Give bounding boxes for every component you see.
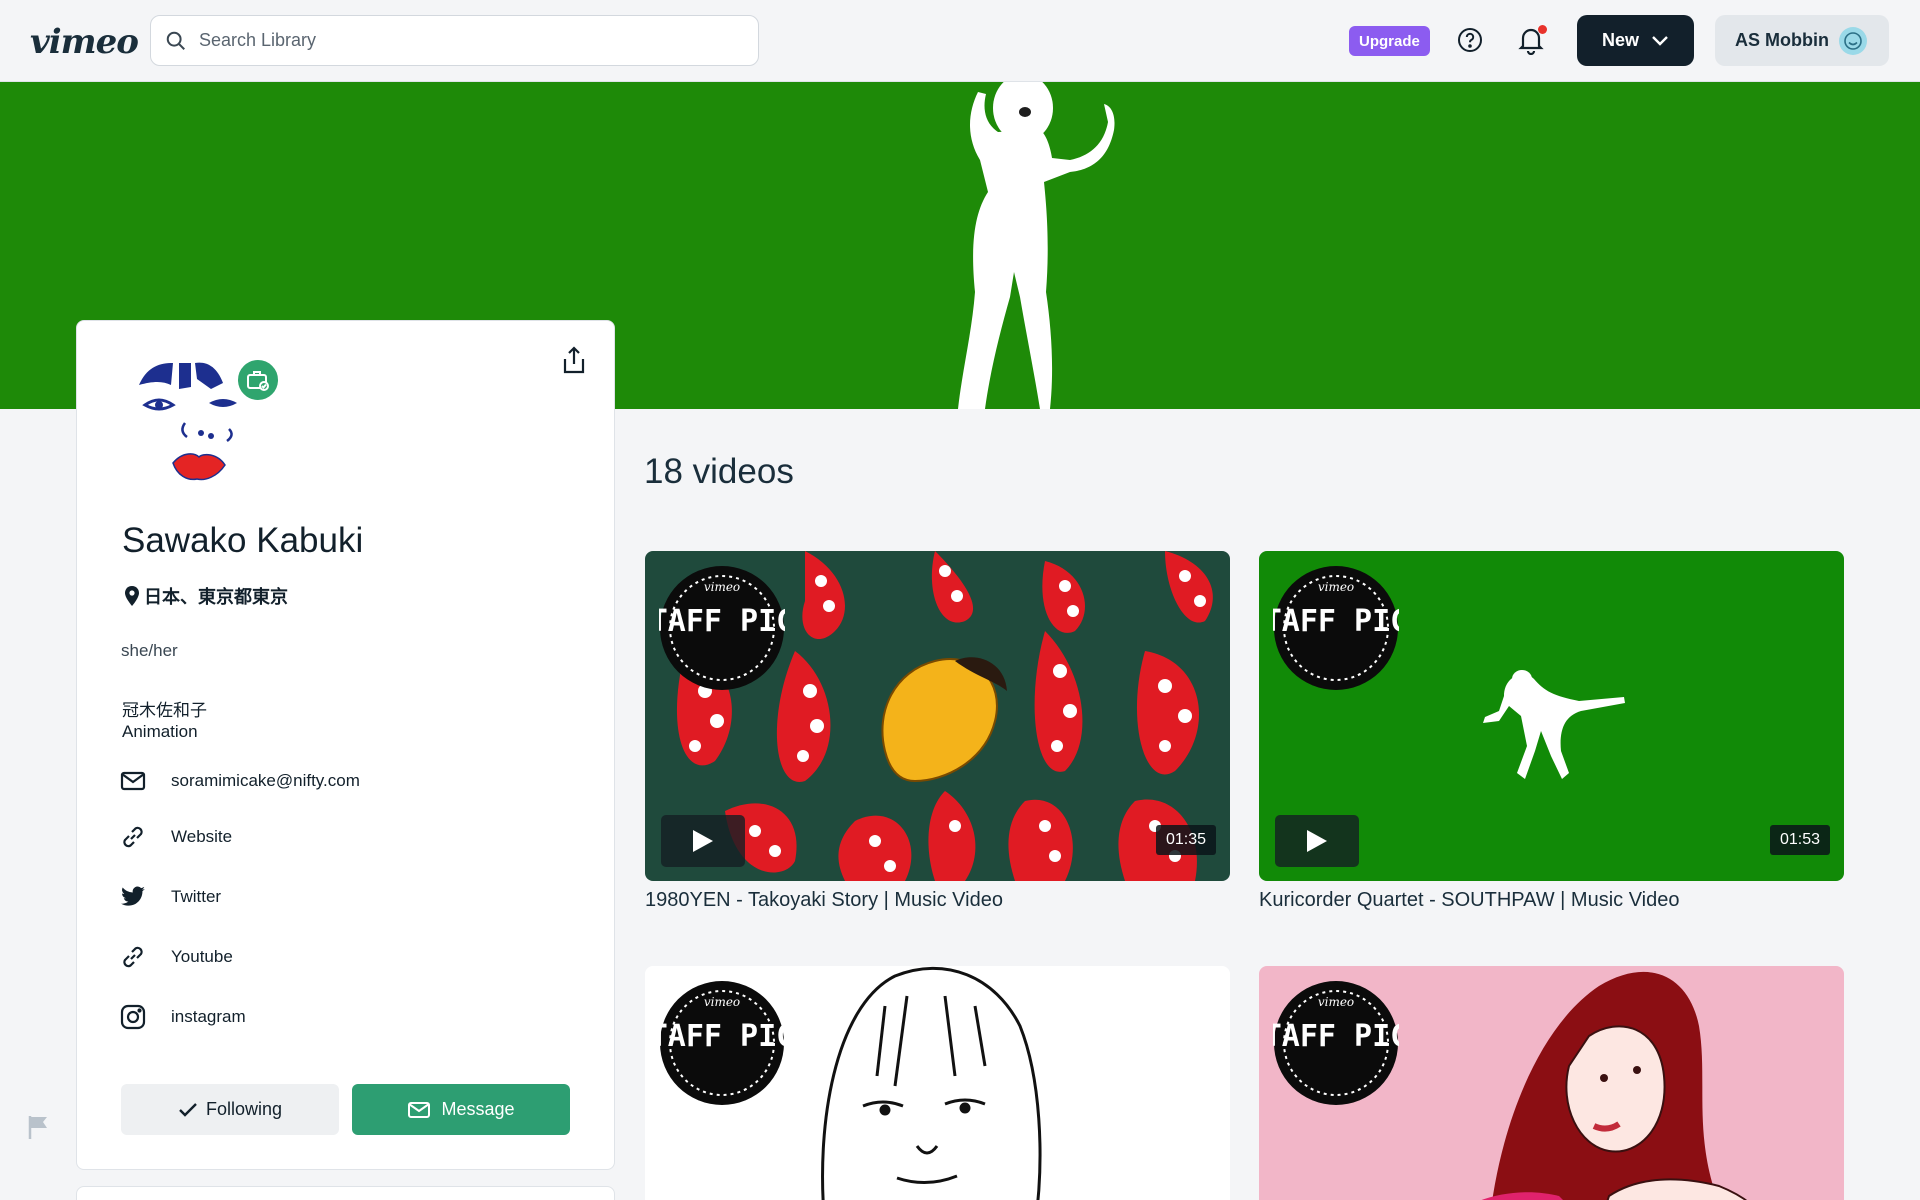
vimeo-logo[interactable]: vimeo [30,22,139,62]
location-text: 日本、東京都東京 [144,587,288,607]
chevron-down-icon [1652,35,1668,46]
profile-bio-field: Animation [122,722,198,741]
notification-dot [1538,25,1547,34]
top-navigation-bar: vimeo Upgrade New AS Mobbin [0,0,1920,82]
email-text: soramimicake@nifty.com [171,771,360,790]
profile-bio-name: 冠木佐和子 [122,701,207,720]
twitter-link[interactable]: Twitter [119,883,221,911]
smiley-face-icon [1844,31,1862,50]
staff-pick-text: STAFF PICK [659,1019,785,1054]
video-thumbnail[interactable]: vimeo STAFF PICK [1259,966,1844,1200]
following-button[interactable]: Following [121,1084,339,1135]
video-duration: 01:53 [1769,825,1830,855]
new-button[interactable]: New [1577,15,1694,66]
new-button-label: New [1601,30,1639,50]
video-thumbnail[interactable]: vimeo STAFF PICK [645,966,1230,1200]
staff-pick-badge: vimeo STAFF PICK [659,981,785,1105]
video-thumbnail[interactable]: vimeo STAFF PICK 01:53 [1259,551,1844,881]
help-icon[interactable] [1457,27,1483,53]
briefcase-check-icon [247,371,269,391]
staff-pick-badge: vimeo STAFF PICK [1273,566,1399,690]
staff-pick-badge: vimeo STAFF PICK [1273,981,1399,1105]
video-thumbnail[interactable]: vimeo STAFF PICK 01:35 [645,551,1230,881]
profile-card: Sawako Kabuki 日本、東京都東京 she/her 冠木佐和子 Ani… [76,320,615,1170]
following-label: Following [205,1099,283,1119]
video-duration: 01:35 [1155,825,1216,855]
search-bar[interactable] [150,15,759,66]
search-icon [166,31,185,50]
twitter-text: Twitter [171,887,222,906]
link-icon [119,943,147,971]
instagram-icon [119,1003,147,1031]
twitter-icon [119,883,147,911]
secondary-card [76,1186,615,1200]
verified-business-badge [235,357,281,403]
svg-text:vimeo: vimeo [1318,995,1354,1009]
upgrade-button[interactable]: Upgrade [1349,26,1430,56]
website-link[interactable]: Website [119,823,232,851]
share-icon[interactable] [561,345,587,375]
mail-icon [119,767,147,795]
play-icon [1307,830,1327,852]
play-button[interactable] [1275,815,1359,867]
message-button[interactable]: Message [352,1084,570,1135]
message-label: Message [441,1099,515,1119]
instagram-text: instagram [171,1007,246,1026]
instagram-link[interactable]: instagram [119,1003,246,1031]
play-button[interactable] [661,815,745,867]
profile-location: 日本、東京都東京 [124,583,288,609]
staff-pick-badge: vimeo STAFF PICK [659,566,785,690]
svg-text:vimeo: vimeo [704,995,740,1009]
user-name: AS Mobbin [1735,30,1829,50]
user-avatar [1838,26,1867,55]
link-icon [119,823,147,851]
svg-text:vimeo: vimeo [704,580,740,594]
report-flag-icon[interactable] [27,1114,51,1140]
email-link[interactable]: soramimicake@nifty.com [119,767,360,795]
video-card[interactable]: vimeo STAFF PICK 01:53 Kuricorder Quarte… [1259,551,1844,912]
staff-pick-text: STAFF PICK [1273,604,1399,639]
search-input[interactable] [199,30,719,51]
video-card[interactable]: vimeo STAFF PICK [645,966,1230,1200]
play-icon [693,830,713,852]
profile-name: Sawako Kabuki [122,521,364,560]
video-card[interactable]: vimeo STAFF PICK [1259,966,1844,1200]
user-menu-button[interactable]: AS Mobbin [1715,15,1889,66]
mail-icon [408,1101,431,1118]
staff-pick-text: STAFF PICK [659,604,785,639]
location-pin-icon [125,586,139,606]
video-count-heading: 18 videos [644,452,794,491]
profile-pronouns: she/her [121,641,178,660]
website-text: Website [171,827,233,846]
video-title[interactable]: Kuricorder Quartet - SOUTHPAW | Music Vi… [1259,889,1844,912]
youtube-link[interactable]: Youtube [119,943,233,971]
video-title[interactable]: 1980YEN - Takoyaki Story | Music Video [645,889,1230,912]
staff-pick-text: STAFF PICK [1273,1019,1399,1054]
svg-text:vimeo: vimeo [1318,580,1354,594]
youtube-text: Youtube [171,947,233,966]
checkmark-icon [179,1102,197,1117]
video-card[interactable]: vimeo STAFF PICK 01:35 1980YEN - Takoyak… [645,551,1230,912]
